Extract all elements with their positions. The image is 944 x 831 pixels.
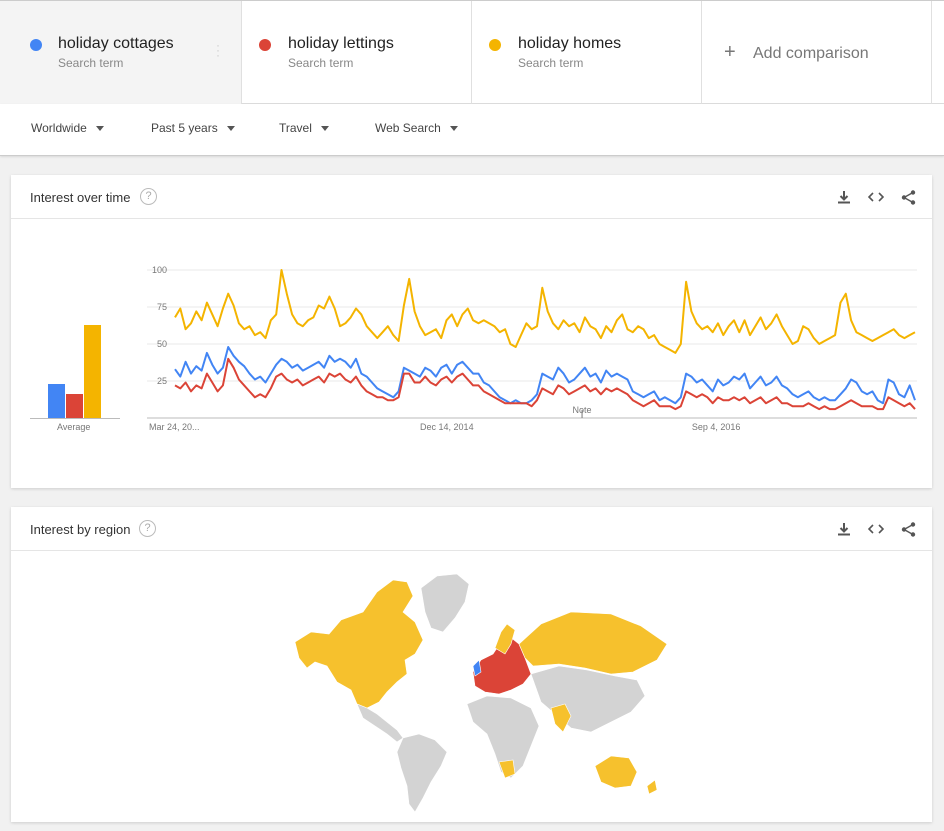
y-tick-label: 25: [157, 376, 167, 386]
map-region-australia[interactable]: [594, 755, 638, 789]
comparison-terms-bar: holiday cottages Search term · · · holiday…: [0, 0, 944, 104]
card-header: Interest by region ?: [11, 507, 932, 551]
average-bar-chart: Average: [30, 270, 120, 432]
region-dropdown[interactable]: Worldwide: [31, 121, 104, 135]
caret-down-icon: [95, 126, 104, 132]
map-region-greenland[interactable]: [420, 573, 470, 633]
term-type: Search term: [58, 56, 124, 70]
embed-icon[interactable]: [866, 520, 886, 538]
interest-by-region-card: Interest by region ?: [11, 507, 932, 822]
series-line-holiday-cottages[interactable]: [174, 346, 916, 405]
caret-down-icon: [226, 126, 235, 132]
note-label[interactable]: Note: [573, 405, 592, 415]
map-region-new-zealand[interactable]: [646, 779, 658, 795]
term-type: Search term: [518, 56, 584, 70]
card-tools: [834, 520, 918, 538]
interest-over-time-card: Interest over time ? Average 100 75 50 25 Ma…: [11, 175, 932, 488]
average-bar-holiday-homes: [84, 324, 101, 418]
category-value: Travel: [279, 121, 312, 135]
region-value: Worldwide: [31, 121, 87, 135]
caret-down-icon: [449, 126, 458, 132]
card-tools: [834, 188, 918, 206]
map-region-south-america[interactable]: [396, 733, 448, 813]
time-range-value: Past 5 years: [151, 121, 218, 135]
help-icon[interactable]: ?: [139, 520, 156, 537]
add-comparison-label: Add comparison: [753, 45, 869, 62]
card-header: Interest over time ?: [11, 175, 932, 219]
world-map[interactable]: [11, 562, 932, 822]
average-axis-line: [30, 418, 120, 419]
x-tick-label: Dec 14, 2014: [420, 422, 474, 432]
x-tick-label: Sep 4, 2016: [692, 422, 741, 432]
category-dropdown[interactable]: Travel: [279, 121, 329, 135]
card-title: Interest over time: [30, 190, 131, 205]
filter-bar: Worldwide Past 5 years Travel Web Search: [0, 104, 944, 156]
y-tick-label: 100: [152, 265, 167, 275]
map-region-russia[interactable]: [518, 611, 668, 675]
series-color-dot: [30, 39, 42, 51]
series-line-holiday-homes[interactable]: [174, 269, 916, 354]
series-color-dot: [259, 39, 271, 51]
term-card-holiday-lettings[interactable]: holiday lettings Search term: [242, 1, 472, 104]
y-tick-label: 75: [157, 302, 167, 312]
y-tick-label: 50: [157, 339, 167, 349]
term-type: Search term: [288, 56, 354, 70]
average-bar-holiday-lettings: [66, 394, 83, 418]
time-range-dropdown[interactable]: Past 5 years: [151, 121, 235, 135]
map-region-north-america[interactable]: [294, 579, 424, 709]
search-type-dropdown[interactable]: Web Search: [375, 121, 458, 135]
term-name[interactable]: holiday homes: [518, 35, 621, 53]
search-type-value: Web Search: [375, 121, 441, 135]
map-region-central-america[interactable]: [356, 703, 404, 743]
average-bar-holiday-cottages: [48, 383, 65, 418]
series-color-dot: [489, 39, 501, 51]
term-card-holiday-cottages[interactable]: holiday cottages Search term · · ·: [0, 1, 242, 104]
x-tick-label: Mar 24, 20...: [149, 422, 200, 432]
interest-line-chart: 100 75 50 25 Mar 24, 20... Dec 14, 2014 Sep 4,…: [147, 265, 917, 432]
term-name[interactable]: holiday lettings: [288, 35, 394, 53]
map-region-asia[interactable]: [530, 665, 646, 733]
help-icon[interactable]: ?: [140, 188, 157, 205]
download-icon[interactable]: [834, 188, 854, 206]
term-name[interactable]: holiday cottages: [58, 35, 174, 53]
more-options-icon[interactable]: · · ·: [216, 39, 220, 61]
average-label: Average: [57, 422, 91, 432]
embed-icon[interactable]: [866, 188, 886, 206]
series-line-holiday-lettings[interactable]: [174, 357, 916, 411]
card-title: Interest by region: [30, 522, 131, 537]
add-comparison-button[interactable]: + Add comparison: [702, 1, 932, 104]
caret-down-icon: [320, 126, 329, 132]
download-icon[interactable]: [834, 520, 854, 538]
plus-icon: +: [724, 41, 736, 63]
share-icon[interactable]: [898, 520, 918, 538]
share-icon[interactable]: [898, 188, 918, 206]
term-card-holiday-homes[interactable]: holiday homes Search term: [472, 1, 702, 104]
